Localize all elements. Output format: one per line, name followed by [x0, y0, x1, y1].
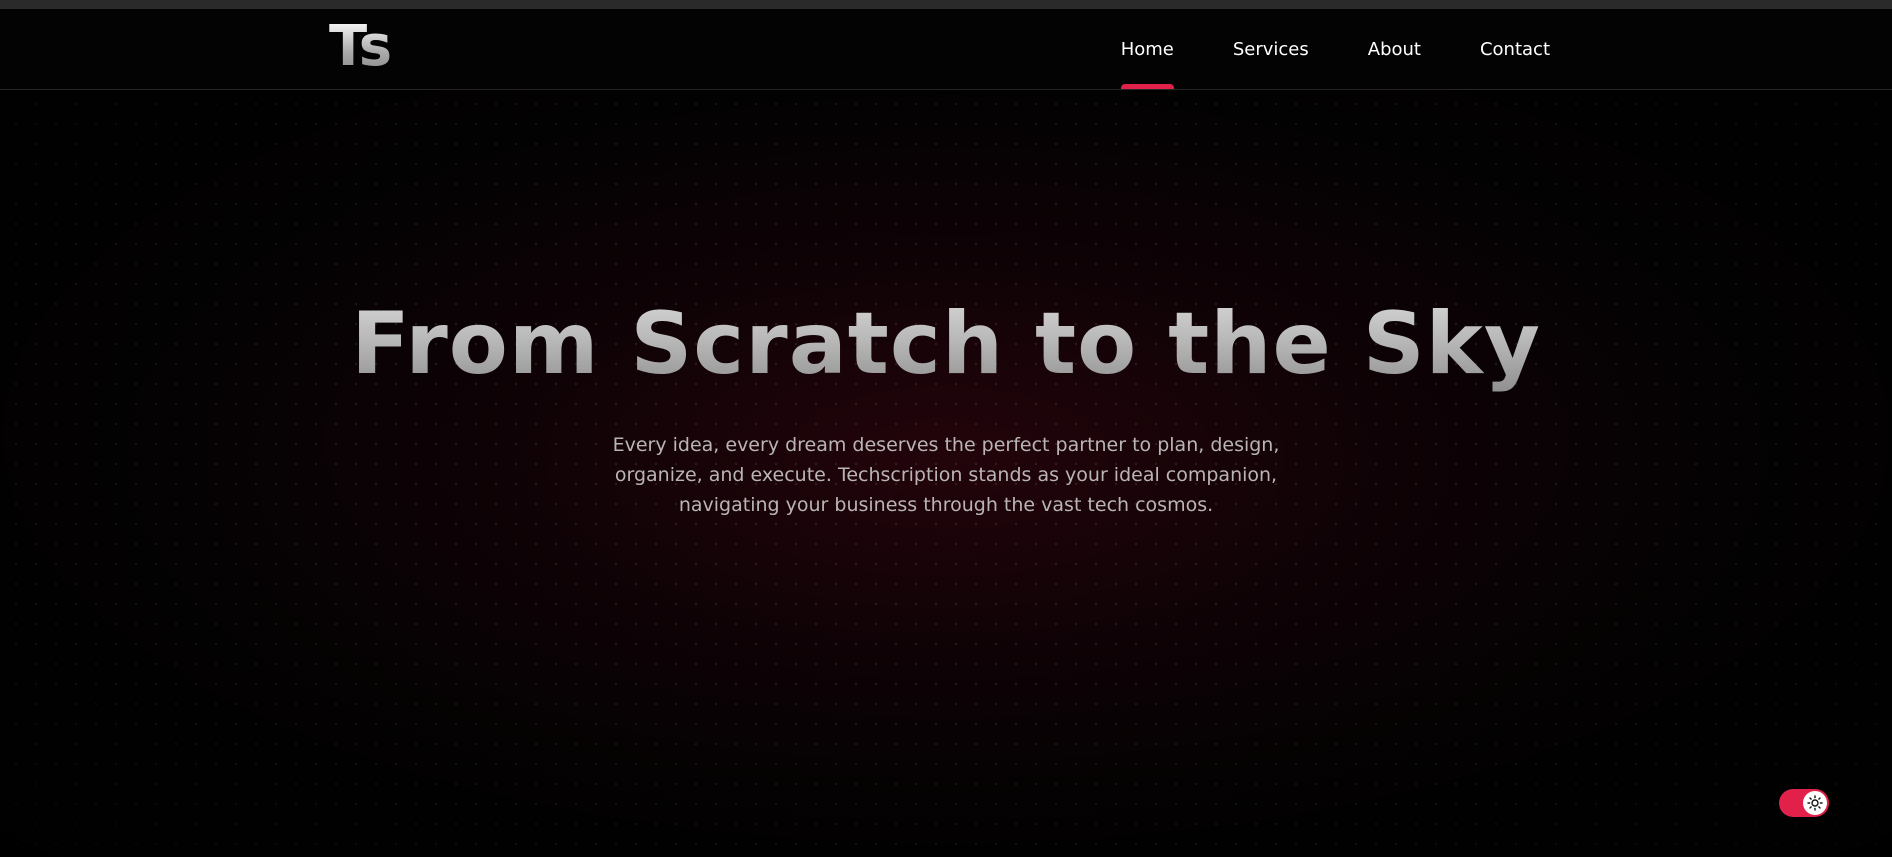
navbar: Ts Home Services About Contact	[0, 9, 1892, 90]
nav-about-link[interactable]: About	[1368, 9, 1421, 89]
hero-headline: From Scratch to the Sky	[0, 294, 1892, 394]
nav-links: Home Services About Contact	[1120, 9, 1550, 89]
nav-contact-link[interactable]: Contact	[1480, 9, 1550, 89]
hero-subtext: Every idea, every dream deserves the per…	[612, 434, 1280, 516]
logo[interactable]: Ts	[329, 19, 392, 75]
nav-home-link[interactable]: Home	[1120, 9, 1175, 89]
theme-toggle[interactable]	[1779, 789, 1829, 817]
sun-icon	[1807, 795, 1823, 811]
nav-services-link[interactable]: Services	[1233, 9, 1309, 89]
toggle-knob	[1803, 791, 1827, 815]
browser-top-strip	[0, 0, 1892, 9]
